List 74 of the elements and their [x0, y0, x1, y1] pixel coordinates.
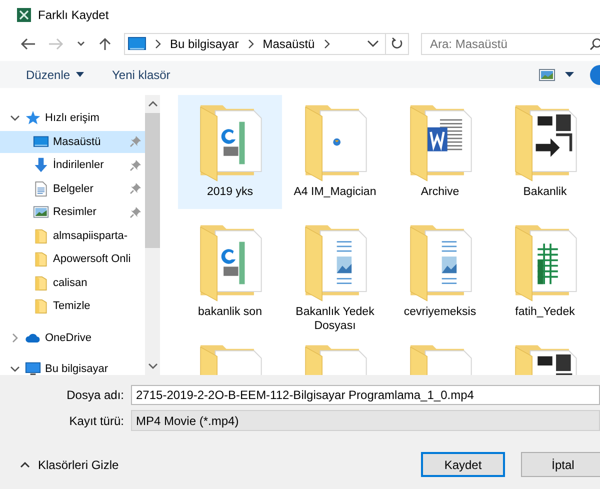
folder-name: bakanlik son [198, 305, 262, 319]
file-type-dropdown[interactable]: MP4 Movie (*.mp4) [131, 410, 600, 431]
folder-icon [33, 251, 49, 267]
download-arrow-icon [33, 157, 49, 173]
sidebar-item[interactable]: Resimler [0, 201, 145, 223]
folder-name: Archive [420, 185, 460, 199]
pin-icon[interactable] [130, 136, 141, 147]
sidebar-item[interactable]: calisan [0, 272, 145, 294]
star-icon [25, 110, 41, 126]
caret-down-icon [76, 72, 84, 77]
folder-icon [33, 228, 49, 244]
pin-icon[interactable] [130, 183, 141, 194]
folder-name: cevriyemeksis [404, 305, 476, 319]
folder-name: fatih_Yedek [515, 305, 575, 319]
organize-menu-button[interactable]: Düzenle [18, 64, 92, 86]
pin-icon[interactable] [130, 160, 141, 170]
sidebar-item[interactable]: OneDrive [0, 326, 145, 348]
caret-down-icon[interactable] [565, 72, 574, 77]
save-button[interactable]: Kaydet [421, 452, 505, 477]
breadcrumb-item[interactable]: Bu bilgisayar [170, 36, 239, 50]
back-arrow-icon[interactable] [20, 36, 36, 50]
scroll-up-icon[interactable] [148, 101, 158, 107]
folder-item[interactable]: A4 IM_Magician [283, 95, 387, 209]
folder-icon [33, 274, 49, 290]
chevron-down-icon[interactable] [10, 366, 20, 372]
address-bar[interactable]: Bu bilgisayar Masaüstü [124, 32, 409, 54]
folder-item[interactable]: Bakanlik [493, 95, 597, 209]
sidebar-item[interactable]: almsapiisparta- [0, 224, 145, 246]
folder-icon [33, 298, 49, 314]
sidebar-item[interactable]: İndirilenler [0, 154, 145, 176]
folder-item[interactable]: 2019 yks [178, 95, 282, 209]
new-folder-button[interactable]: Yeni klasör [104, 64, 178, 86]
sidebar-item[interactable]: Temizle [0, 295, 145, 317]
refresh-icon [391, 37, 403, 50]
folder-item[interactable]: cevriyemeksis [388, 215, 492, 329]
search-icon [590, 38, 600, 50]
chevron-down-icon[interactable] [367, 40, 379, 48]
folder-item[interactable]: Archive [388, 95, 492, 209]
chevron-right-icon[interactable] [10, 332, 20, 342]
view-icon[interactable] [539, 68, 555, 80]
scrollbar-thumb[interactable] [145, 113, 160, 248]
chevron-up-icon [20, 462, 30, 468]
search-field[interactable]: Ara: Masaüstü [421, 32, 600, 54]
breadcrumb-item[interactable]: Masaüstü [262, 36, 315, 50]
document-icon [33, 180, 49, 196]
folder-item[interactable]: bakanlik son [178, 215, 282, 329]
hide-folders-button[interactable]: Klasörleri Gizle [18, 458, 121, 472]
sidebar-item[interactable]: Bu bilgisayar [0, 358, 145, 375]
picture-icon [33, 204, 49, 220]
computer-icon [128, 36, 146, 50]
chevron-down-icon[interactable] [10, 115, 20, 121]
computer-icon [25, 361, 41, 375]
sidebar-item[interactable]: Masaüstü [0, 130, 145, 152]
sidebar-item[interactable]: Hızlı erişim [0, 107, 145, 129]
file-name-field[interactable]: 2715-2019-2-2O-B-EEM-112-Bilgisayar Programlama_1_0.mp4 [131, 385, 600, 405]
sidebar-item[interactable]: Apowersoft Onli [0, 248, 145, 270]
sidebar-item[interactable]: Belgeler [0, 178, 145, 200]
chevron-right-icon [155, 38, 161, 48]
field-label: Dosya adı: [66, 388, 124, 402]
scroll-down-icon[interactable] [148, 363, 158, 369]
pin-icon[interactable] [130, 206, 141, 218]
folder-name: 2019 yks [206, 185, 254, 199]
field-label: Kayıt türü: [69, 414, 124, 428]
up-arrow-icon[interactable] [98, 36, 112, 50]
desktop-icon [33, 134, 49, 150]
folder-name: Bakanlik [523, 185, 567, 199]
folder-item[interactable]: fatih_Yedek [493, 215, 597, 329]
cancel-button[interactable]: İptal [521, 452, 600, 477]
folder-name: A4 IM_Magician [294, 185, 376, 199]
window-title: Farklı Kaydet [38, 8, 109, 22]
chevron-right-icon [324, 38, 330, 48]
scrollbar[interactable] [145, 95, 160, 375]
chevron-right-icon [248, 38, 254, 48]
app-icon [17, 8, 31, 22]
